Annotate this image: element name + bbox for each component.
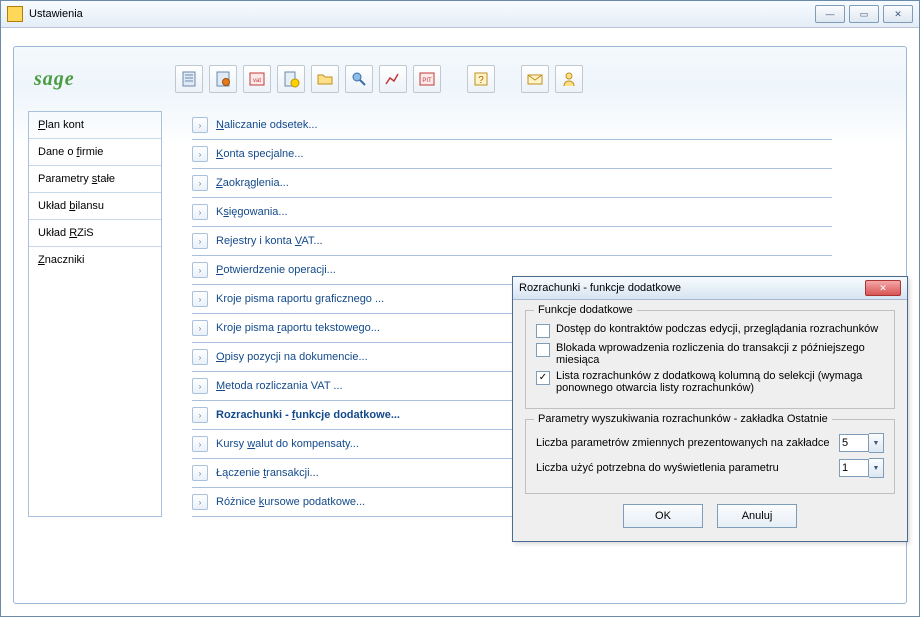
dropdown-icon[interactable]: ▼ [869,458,884,478]
checkbox-label-1: Dostęp do kontraktów podczas edycji, prz… [556,323,878,335]
mail-icon[interactable] [521,65,549,93]
sidebar: Plan kont Dane o firmie Parametry stałe … [28,111,162,517]
param-input-2[interactable] [839,459,869,477]
arrow-right-icon: › [192,233,208,249]
link-label[interactable]: Różnice kursowe podatkowe... [216,496,365,508]
link-label[interactable]: Kroje pisma raportu graficznego ... [216,293,384,305]
user-icon[interactable] [555,65,583,93]
arrow-right-icon: › [192,117,208,133]
param-row-1: Liczba parametrów zmiennych prezentowany… [536,433,884,453]
link-label[interactable]: Metoda rozliczania VAT ... [216,380,343,392]
logo: sage [34,68,75,91]
link-label[interactable]: Opisy pozycji na dokumencie... [216,351,368,363]
svg-text:vat: vat [253,78,261,84]
link-label[interactable]: Kroje pisma raportu tekstowego... [216,322,380,334]
link-label[interactable]: Zaokrąglenia... [216,177,289,189]
param-input-1[interactable] [839,434,869,452]
main-window: Ustawienia — ▭ ✕ sage vat PIT [0,0,920,617]
svg-text:?: ? [478,75,484,86]
pit-icon[interactable]: PIT [413,65,441,93]
dialog-titlebar[interactable]: Rozrachunki - funkcje dodatkowe ✕ [513,277,907,300]
param-row-2: Liczba użyć potrzebna do wyświetlenia pa… [536,458,884,478]
arrow-right-icon: › [192,320,208,336]
link-row[interactable]: › Księgowania... [192,198,832,227]
checkbox-2[interactable] [536,343,550,357]
group-title-2: Parametry wyszukiwania rozrachunków - za… [534,413,832,425]
group-parametry-wyszukiwania: Parametry wyszukiwania rozrachunków - za… [525,419,895,494]
link-label[interactable]: Naliczanie odsetek... [216,119,318,131]
link-row[interactable]: › Konta specjalne... [192,140,832,169]
folder-icon[interactable] [311,65,339,93]
checkbox-row-2[interactable]: Blokada wprowadzenia rozliczenia do tran… [536,342,884,366]
arrow-right-icon: › [192,175,208,191]
arrow-right-icon: › [192,204,208,220]
arrow-right-icon: › [192,291,208,307]
sidebar-item-znaczniki[interactable]: Znaczniki [29,247,161,273]
client-area: sage vat PIT ? [1,28,919,616]
sidebar-item-dane-o-firmie[interactable]: Dane o firmie [29,139,161,166]
arrow-right-icon: › [192,349,208,365]
checkbox-row-1[interactable]: Dostęp do kontraktów podczas edycji, prz… [536,323,884,338]
window-title: Ustawienia [29,8,815,20]
chart-icon[interactable] [379,65,407,93]
dialog-title-text: Rozrachunki - funkcje dodatkowe [519,282,865,294]
param-label-2: Liczba użyć potrzebna do wyświetlenia pa… [536,462,779,474]
checkbox-label-3: Lista rozrachunków z dodatkową kolumną d… [556,370,884,394]
arrow-right-icon: › [192,262,208,278]
link-label[interactable]: Potwierdzenie operacji... [216,264,336,276]
titlebar[interactable]: Ustawienia — ▭ ✕ [1,1,919,28]
sidebar-item-uklad-bilansu[interactable]: Układ bilansu [29,193,161,220]
sidebar-item-parametry-stale[interactable]: Parametry stałe [29,166,161,193]
ok-button[interactable]: OK [623,504,703,528]
link-label[interactable]: Rejestry i konta VAT... [216,235,323,247]
arrow-right-icon: › [192,146,208,162]
calc-warn-icon[interactable] [277,65,305,93]
minimize-button[interactable]: — [815,5,845,23]
sidebar-item-plan-kont[interactable]: Plan kont [29,112,161,139]
link-row[interactable]: › Rejestry i konta VAT... [192,227,832,256]
app-icon [7,6,23,22]
arrow-right-icon: › [192,407,208,423]
arrow-right-icon: › [192,436,208,452]
cancel-button[interactable]: Anuluj [717,504,797,528]
dialog-rozrachunki: Rozrachunki - funkcje dodatkowe ✕ Funkcj… [512,276,908,542]
link-label[interactable]: Konta specjalne... [216,148,303,160]
checkbox-row-3[interactable]: ✓ Lista rozrachunków z dodatkową kolumną… [536,370,884,394]
checkbox-1[interactable] [536,324,550,338]
doc-icon[interactable] [175,65,203,93]
link-label[interactable]: Księgowania... [216,206,288,218]
sidebar-item-uklad-rzis[interactable]: Układ RZiS [29,220,161,247]
link-row[interactable]: › Naliczanie odsetek... [192,111,832,140]
group-title-1: Funkcje dodatkowe [534,304,637,316]
link-label[interactable]: Rozrachunki - funkcje dodatkowe... [216,409,400,421]
dialog-close-button[interactable]: ✕ [865,280,901,296]
close-button[interactable]: ✕ [883,5,913,23]
checkbox-3[interactable]: ✓ [536,371,550,385]
svg-text:PIT: PIT [422,78,432,84]
link-row[interactable]: › Zaokrąglenia... [192,169,832,198]
maximize-button[interactable]: ▭ [849,5,879,23]
link-label[interactable]: Kursy walut do kompensaty... [216,438,359,450]
toolbar: sage vat PIT ? [28,61,892,97]
arrow-right-icon: › [192,465,208,481]
group-funkcje-dodatkowe: Funkcje dodatkowe Dostęp do kontraktów p… [525,310,895,409]
checkbox-label-2: Blokada wprowadzenia rozliczenia do tran… [556,342,884,366]
param-label-1: Liczba parametrów zmiennych prezentowany… [536,437,830,449]
link-label[interactable]: Łączenie transakcji... [216,467,319,479]
vat-icon[interactable]: vat [243,65,271,93]
toolbar-icons: vat PIT ? [175,65,583,93]
dropdown-icon[interactable]: ▼ [869,433,884,453]
doc-gear-icon[interactable] [209,65,237,93]
arrow-right-icon: › [192,494,208,510]
help-icon[interactable]: ? [467,65,495,93]
arrow-right-icon: › [192,378,208,394]
gear-blue-icon[interactable] [345,65,373,93]
